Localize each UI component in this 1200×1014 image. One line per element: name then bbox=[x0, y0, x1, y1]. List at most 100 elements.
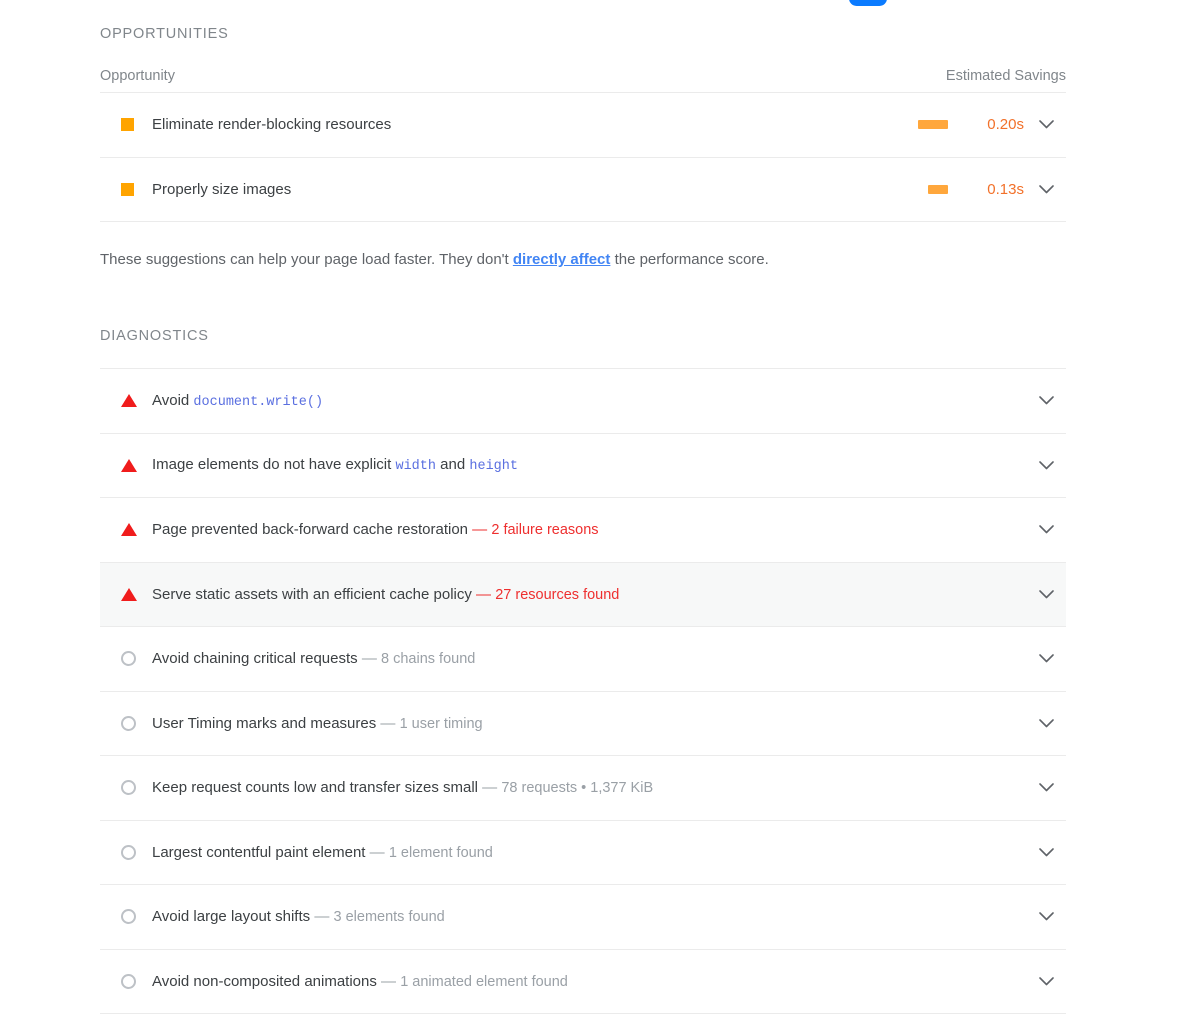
chevron-down-icon[interactable] bbox=[1026, 912, 1066, 921]
diagnostic-title: Image elements do not have explicit widt… bbox=[152, 456, 1026, 474]
diagnostic-row[interactable]: User Timing marks and measures — 1 user … bbox=[100, 692, 1066, 757]
chevron-down-icon[interactable] bbox=[1026, 654, 1066, 663]
diagnostic-title: Serve static assets with an efficient ca… bbox=[152, 586, 1026, 603]
diagnostic-subtext: 8 chains found bbox=[381, 651, 475, 667]
chevron-down-icon[interactable] bbox=[1026, 396, 1066, 405]
column-header-opportunity: Opportunity bbox=[100, 68, 175, 84]
diagnostic-right-group bbox=[1026, 719, 1066, 728]
diagnostic-title: Page prevented back-forward cache restor… bbox=[152, 521, 1026, 538]
opportunity-savings-group: 0.20s bbox=[868, 116, 1066, 133]
directly-affect-link[interactable]: directly affect bbox=[513, 251, 611, 268]
diagnostic-subtext: 1 user timing bbox=[400, 716, 483, 732]
diagnostic-dash: — bbox=[310, 908, 333, 925]
diagnostic-subtext: 1 element found bbox=[389, 845, 493, 861]
pass-circle-icon bbox=[100, 909, 152, 924]
diagnostic-subtext: 78 requests • 1,377 KiB bbox=[501, 780, 653, 796]
diagnostic-row[interactable]: Page prevented back-forward cache restor… bbox=[100, 498, 1066, 563]
lighthouse-report-page: OPPORTUNITIES Opportunity Estimated Savi… bbox=[0, 0, 1200, 1013]
savings-value: 0.20s bbox=[948, 116, 1026, 133]
diagnostic-right-group bbox=[1026, 783, 1066, 792]
diagnostic-right-group bbox=[1026, 848, 1066, 857]
opportunities-note: These suggestions can help your page loa… bbox=[100, 249, 1066, 270]
savings-bar-fill bbox=[918, 120, 948, 129]
warning-square-icon bbox=[100, 183, 152, 196]
diagnostic-row[interactable]: Avoid document.write() bbox=[100, 369, 1066, 434]
diagnostic-title-text: Keep request counts low and transfer siz… bbox=[152, 779, 478, 796]
savings-bar-track bbox=[868, 120, 948, 129]
diagnostic-row[interactable]: Avoid large layout shifts — 3 elements f… bbox=[100, 885, 1066, 950]
savings-bar-track bbox=[868, 185, 948, 194]
chevron-down-icon[interactable] bbox=[1026, 719, 1066, 728]
diagnostic-dash: — bbox=[472, 586, 495, 603]
diagnostic-subtext: 1 animated element found bbox=[400, 974, 568, 990]
diagnostic-subtext: 27 resources found bbox=[495, 587, 619, 603]
diagnostic-row[interactable]: Avoid non-composited animations — 1 anim… bbox=[100, 950, 1066, 1014]
diagnostic-title: Avoid non-composited animations — 1 anim… bbox=[152, 973, 1026, 990]
diagnostic-title: Avoid chaining critical requests — 8 cha… bbox=[152, 650, 1026, 667]
diagnostic-title-text: User Timing marks and measures bbox=[152, 715, 376, 732]
chevron-down-icon[interactable] bbox=[1026, 525, 1066, 534]
diagnostic-row[interactable]: Image elements do not have explicit widt… bbox=[100, 434, 1066, 499]
pass-circle-icon bbox=[100, 780, 152, 795]
diagnostic-title-text: Avoid chaining critical requests bbox=[152, 650, 358, 667]
diagnostic-dash: — bbox=[358, 650, 381, 667]
diagnostic-title-text: Image elements do not have explicit bbox=[152, 456, 395, 473]
opportunities-section-title: OPPORTUNITIES bbox=[100, 26, 1066, 42]
fail-triangle-icon bbox=[100, 394, 152, 407]
opportunity-title: Eliminate render-blocking resources bbox=[152, 116, 868, 133]
diagnostic-row[interactable]: Avoid chaining critical requests — 8 cha… bbox=[100, 627, 1066, 692]
diagnostic-right-group bbox=[1026, 654, 1066, 663]
diagnostic-dash: — bbox=[478, 779, 501, 796]
diagnostic-title: User Timing marks and measures — 1 user … bbox=[152, 715, 1026, 732]
diagnostic-right-group bbox=[1026, 912, 1066, 921]
diagnostic-right-group bbox=[1026, 525, 1066, 534]
diagnostic-row[interactable]: Largest contentful paint element — 1 ele… bbox=[100, 821, 1066, 886]
diagnostic-row[interactable]: Keep request counts low and transfer siz… bbox=[100, 756, 1066, 821]
diagnostic-right-group bbox=[1026, 461, 1066, 470]
chevron-down-icon[interactable] bbox=[1026, 977, 1066, 986]
column-header-estimated-savings: Estimated Savings bbox=[946, 68, 1066, 84]
chevron-down-icon[interactable] bbox=[1026, 590, 1066, 599]
savings-bar-fill bbox=[928, 185, 948, 194]
chevron-down-icon[interactable] bbox=[1026, 848, 1066, 857]
fail-triangle-icon bbox=[100, 523, 152, 536]
diagnostic-title-text: Largest contentful paint element bbox=[152, 844, 365, 861]
savings-value: 0.13s bbox=[948, 181, 1026, 198]
chevron-down-icon[interactable] bbox=[1026, 783, 1066, 792]
diagnostic-title: Avoid large layout shifts — 3 elements f… bbox=[152, 908, 1026, 925]
chevron-down-icon[interactable] bbox=[1026, 120, 1066, 129]
diagnostic-title-text: Serve static assets with an efficient ca… bbox=[152, 586, 472, 603]
diagnostic-dash: — bbox=[468, 521, 491, 538]
diagnostic-code-2: height bbox=[469, 459, 518, 474]
diagnostic-right-group bbox=[1026, 396, 1066, 405]
chevron-down-icon[interactable] bbox=[1026, 461, 1066, 470]
diagnostic-row[interactable]: Serve static assets with an efficient ca… bbox=[100, 563, 1066, 628]
diagnostic-title-text: Avoid bbox=[152, 392, 193, 409]
opportunity-title: Properly size images bbox=[152, 181, 868, 198]
chevron-down-icon[interactable] bbox=[1026, 185, 1066, 194]
diagnostic-title: Keep request counts low and transfer siz… bbox=[152, 779, 1026, 796]
diagnostic-title: Avoid document.write() bbox=[152, 392, 1026, 410]
diagnostic-code-1: document.write() bbox=[193, 395, 323, 410]
diagnostic-subtext: 3 elements found bbox=[334, 909, 445, 925]
note-text-before: These suggestions can help your page loa… bbox=[100, 251, 513, 268]
diagnostic-dash: — bbox=[376, 715, 399, 732]
opportunity-savings-group: 0.13s bbox=[868, 181, 1066, 198]
note-text-after: the performance score. bbox=[610, 251, 768, 268]
opportunity-row[interactable]: Properly size images 0.13s bbox=[100, 158, 1066, 223]
diagnostics-list: Avoid document.write() Image elements do … bbox=[100, 368, 1066, 1014]
diagnostic-dash: — bbox=[377, 973, 400, 990]
fail-triangle-icon bbox=[100, 459, 152, 472]
opportunity-row[interactable]: Eliminate render-blocking resources 0.20s bbox=[100, 93, 1066, 158]
pass-circle-icon bbox=[100, 716, 152, 731]
warning-square-icon bbox=[100, 118, 152, 131]
opportunities-list: Eliminate render-blocking resources 0.20s… bbox=[100, 93, 1066, 222]
pass-circle-icon bbox=[100, 651, 152, 666]
diagnostic-right-group bbox=[1026, 590, 1066, 599]
diagnostics-section-title: DIAGNOSTICS bbox=[100, 328, 1066, 344]
diagnostic-title-mid: and bbox=[436, 456, 469, 473]
diagnostic-title-text: Avoid large layout shifts bbox=[152, 908, 310, 925]
diagnostic-subtext: 2 failure reasons bbox=[491, 522, 598, 538]
diagnostic-right-group bbox=[1026, 977, 1066, 986]
opportunities-column-header: Opportunity Estimated Savings bbox=[100, 68, 1066, 93]
